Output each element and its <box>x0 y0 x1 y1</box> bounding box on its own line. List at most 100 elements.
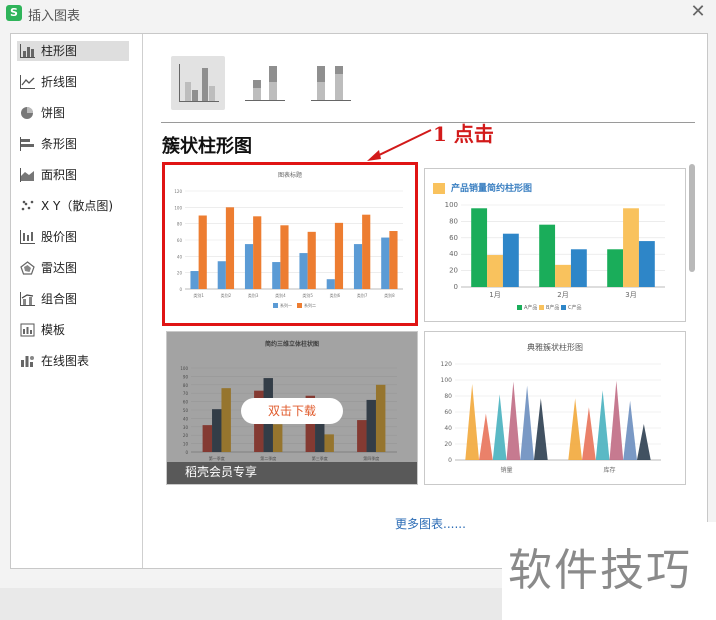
scatter-chart-icon <box>21 200 34 211</box>
title-accent-icon <box>433 183 445 194</box>
area-chart-icon <box>20 168 34 182</box>
chart-template-elegant-column[interactable]: 典雅簇状柱形图 0 20 40 60 80 100 120 销量 库存 <box>424 331 686 485</box>
chart-title: 产品销量简约柱形图 <box>451 182 532 194</box>
legend-label: B产品 <box>546 304 559 311</box>
sidebar-item-pie[interactable]: 饼图 <box>17 103 129 123</box>
chart-preview-area: 簇状柱形图 1 点击 图表标题 0 20 40 60 80 100 120 类别1 类别2 类别3 类… <box>143 34 707 568</box>
annotation-arrow-icon <box>367 129 432 161</box>
chart-bar <box>609 380 624 460</box>
dialog-content: 柱形图 折线图 饼图 条形图 面积图 X Y（散点图) 股价图 雷达图 组合图 … <box>10 33 708 569</box>
sidebar-item-label: 模板 <box>41 323 66 337</box>
vertical-scrollbar[interactable] <box>689 164 695 272</box>
y-tick-label: 80 <box>177 222 183 227</box>
x-tick-label: 类别3 <box>248 292 259 298</box>
sidebar-item-template[interactable]: 模板 <box>17 320 129 340</box>
sidebar-item-radar[interactable]: 雷达图 <box>17 258 129 278</box>
chart-c4: 典雅簇状柱形图 0 20 40 60 80 100 120 销量 库存 <box>441 342 661 474</box>
sidebar-item-scatter[interactable]: X Y（散点图) <box>17 196 129 216</box>
sidebar-item-stock[interactable]: 股价图 <box>17 227 129 247</box>
combo-chart-icon <box>20 292 35 306</box>
window-title: 插入图表 <box>28 9 81 24</box>
sidebar-item-column[interactable]: 柱形图 <box>17 41 129 61</box>
sidebar-item-label: 条形图 <box>41 137 78 151</box>
legend-swatch <box>273 303 278 308</box>
chart-bar <box>492 394 507 460</box>
x-tick-label: 1月 <box>489 291 500 299</box>
legend-label: A产品 <box>524 304 537 311</box>
x-tick-label: 库存 <box>603 466 615 474</box>
subtype-stacked-column[interactable] <box>237 56 291 110</box>
chart-bar <box>607 249 624 287</box>
sidebar-item-online[interactable]: 在线图表 <box>17 351 129 371</box>
y-tick-label: 80 <box>444 393 452 400</box>
chart-type-sidebar: 柱形图 折线图 饼图 条形图 面积图 X Y（散点图) 股价图 雷达图 组合图 … <box>11 34 143 568</box>
y-tick-label: 0 <box>448 457 452 464</box>
stacked-column-icon <box>245 66 285 101</box>
x-tick-label: 3月 <box>625 291 636 299</box>
sidebar-item-combo[interactable]: 组合图 <box>17 289 129 309</box>
chart-bar <box>570 249 587 287</box>
chart-bar <box>636 424 651 460</box>
chart-bar <box>539 224 556 287</box>
y-tick-label: 100 <box>441 377 453 384</box>
chart-c1: 图表标题 0 20 40 60 80 100 120 类别1 类别2 类别3 类别4 类别5 类别6 类别7… <box>174 171 403 308</box>
chart-bar <box>555 264 571 287</box>
y-tick-label: 120 <box>441 361 453 368</box>
chart-title: 典雅簇状柱形图 <box>527 342 583 352</box>
percent-stacked-column-icon <box>311 66 351 101</box>
chart-bar <box>381 237 390 289</box>
sidebar-item-line[interactable]: 折线图 <box>17 72 129 92</box>
x-tick-label: 2月 <box>557 291 568 299</box>
legend-swatch <box>561 305 566 310</box>
y-tick-label: 20 <box>444 441 452 448</box>
y-tick-label: 40 <box>444 425 452 432</box>
chart-bar <box>533 398 548 460</box>
insert-chart-dialog: S 插入图表 ✕ 柱形图 折线图 饼图 条形图 面积图 X Y（散点图) 股价图… <box>0 0 716 588</box>
legend-label: 系列一 <box>280 302 292 308</box>
pie-chart-icon <box>21 107 33 119</box>
chart-template-product-sales[interactable]: 产品销量简约柱形图 0 20 40 60 80 100 1月 2月 3月 A产品 B产品 C产品 <box>424 168 686 322</box>
y-tick-label: 20 <box>449 267 458 275</box>
subtype-clustered-column[interactable] <box>171 56 225 110</box>
chart-bar <box>389 231 398 289</box>
subtype-percent-stacked-column[interactable] <box>303 56 357 110</box>
more-charts-link[interactable]: 更多图表...... <box>395 515 466 532</box>
chart-bar <box>582 407 596 460</box>
y-tick-label: 80 <box>449 217 458 225</box>
x-tick-label: 类别8 <box>384 292 395 298</box>
chart-bar <box>253 216 262 289</box>
y-tick-label: 0 <box>454 283 458 291</box>
section-heading: 簇状柱形图 <box>162 136 252 157</box>
chart-bar <box>487 255 503 287</box>
chart-bar <box>190 271 199 289</box>
chart-bar <box>244 244 254 289</box>
y-tick-label: 60 <box>177 238 183 243</box>
column-chart-icon <box>20 44 35 58</box>
sidebar-item-label: 在线图表 <box>41 354 90 368</box>
y-tick-label: 120 <box>174 189 182 194</box>
y-tick-label: 0 <box>179 287 182 292</box>
x-tick-label: 类别6 <box>330 292 341 298</box>
watermark-panel: 软件技巧 <box>502 522 716 620</box>
x-tick-label: 类别7 <box>357 292 368 298</box>
section-divider <box>161 122 695 123</box>
sidebar-item-label: 柱形图 <box>41 44 78 58</box>
app-icon: S <box>6 5 22 21</box>
chart-template-3d-column[interactable]: 简约三维立体柱状图 0 10 20 30 40 50 60 70 80 90 100 第一季度 第二季度第… <box>166 331 418 485</box>
sidebar-item-label: 组合图 <box>41 292 78 306</box>
sidebar-item-label: 雷达图 <box>41 261 78 275</box>
chart-bar <box>198 215 207 289</box>
x-tick-label: 类别5 <box>302 292 313 298</box>
radar-chart-icon <box>20 261 35 275</box>
close-icon[interactable]: ✕ <box>688 2 708 22</box>
y-tick-label: 100 <box>174 205 182 210</box>
chart-template-clustered-column[interactable]: 图表标题 0 20 40 60 80 100 120 类别1 类别2 类别3 类别4 类别5 类别6 类别7… <box>162 162 418 326</box>
y-tick-label: 60 <box>449 234 458 242</box>
sidebar-item-area[interactable]: 面积图 <box>17 165 129 185</box>
chart-bar <box>362 214 371 289</box>
sidebar-item-bar[interactable]: 条形图 <box>17 134 129 154</box>
double-click-download-button[interactable]: 双击下载 <box>241 398 343 424</box>
chart-bar <box>506 381 521 460</box>
watermark-text: 软件技巧 <box>508 545 692 596</box>
chart-bar <box>326 279 335 289</box>
